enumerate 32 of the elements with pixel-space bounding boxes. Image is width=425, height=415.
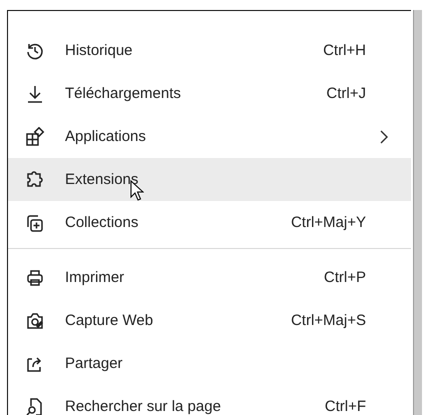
menu-item[interactable]: Imprimer Ctrl+P — [8, 256, 411, 299]
shortcut-text: Ctrl+F — [324, 398, 366, 415]
puzzle-icon — [25, 170, 45, 190]
camera-icon — [25, 310, 45, 330]
menu-item[interactable]: Rechercher sur la page Ctrl+F — [8, 385, 411, 415]
collections-icon — [25, 212, 45, 232]
shortcut-text: Ctrl+Maj+Y — [290, 214, 366, 231]
download-icon — [25, 84, 45, 104]
menu-item-label: Extensions — [65, 171, 140, 188]
menu-item[interactable]: Extensions — [8, 158, 411, 201]
apps-icon — [25, 126, 45, 146]
menu-item-label: Téléchargements — [65, 85, 182, 102]
printer-icon — [25, 268, 45, 288]
menu-item[interactable]: Téléchargements Ctrl+J — [8, 72, 411, 115]
menu-item-label: Capture Web — [65, 312, 154, 329]
menu-item-label: Applications — [65, 128, 147, 145]
menu-item-label: Rechercher sur la page — [65, 398, 222, 415]
shortcut-text: Ctrl+P — [322, 269, 366, 286]
menu-item-label: Historique — [65, 42, 134, 59]
shortcut-text: Ctrl+Maj+S — [290, 312, 366, 329]
menu-item[interactable]: Capture Web Ctrl+Maj+S — [8, 299, 411, 342]
page-search-icon — [25, 396, 45, 415]
menu-item-label: Imprimer — [65, 269, 126, 286]
menu-item-label: Collections — [65, 214, 140, 231]
menu-item-label: Partager — [65, 355, 124, 372]
menu-item[interactable]: Collections Ctrl+Maj+Y — [8, 201, 411, 244]
menu-item[interactable]: Partager — [8, 342, 411, 385]
scrollbar[interactable] — [413, 10, 422, 415]
shortcut-text: Ctrl+J — [325, 85, 366, 102]
menu-item[interactable]: Applications — [8, 115, 411, 158]
shortcut-text: Ctrl+H — [322, 42, 366, 59]
menu-item[interactable]: Historique Ctrl+H — [8, 29, 411, 72]
